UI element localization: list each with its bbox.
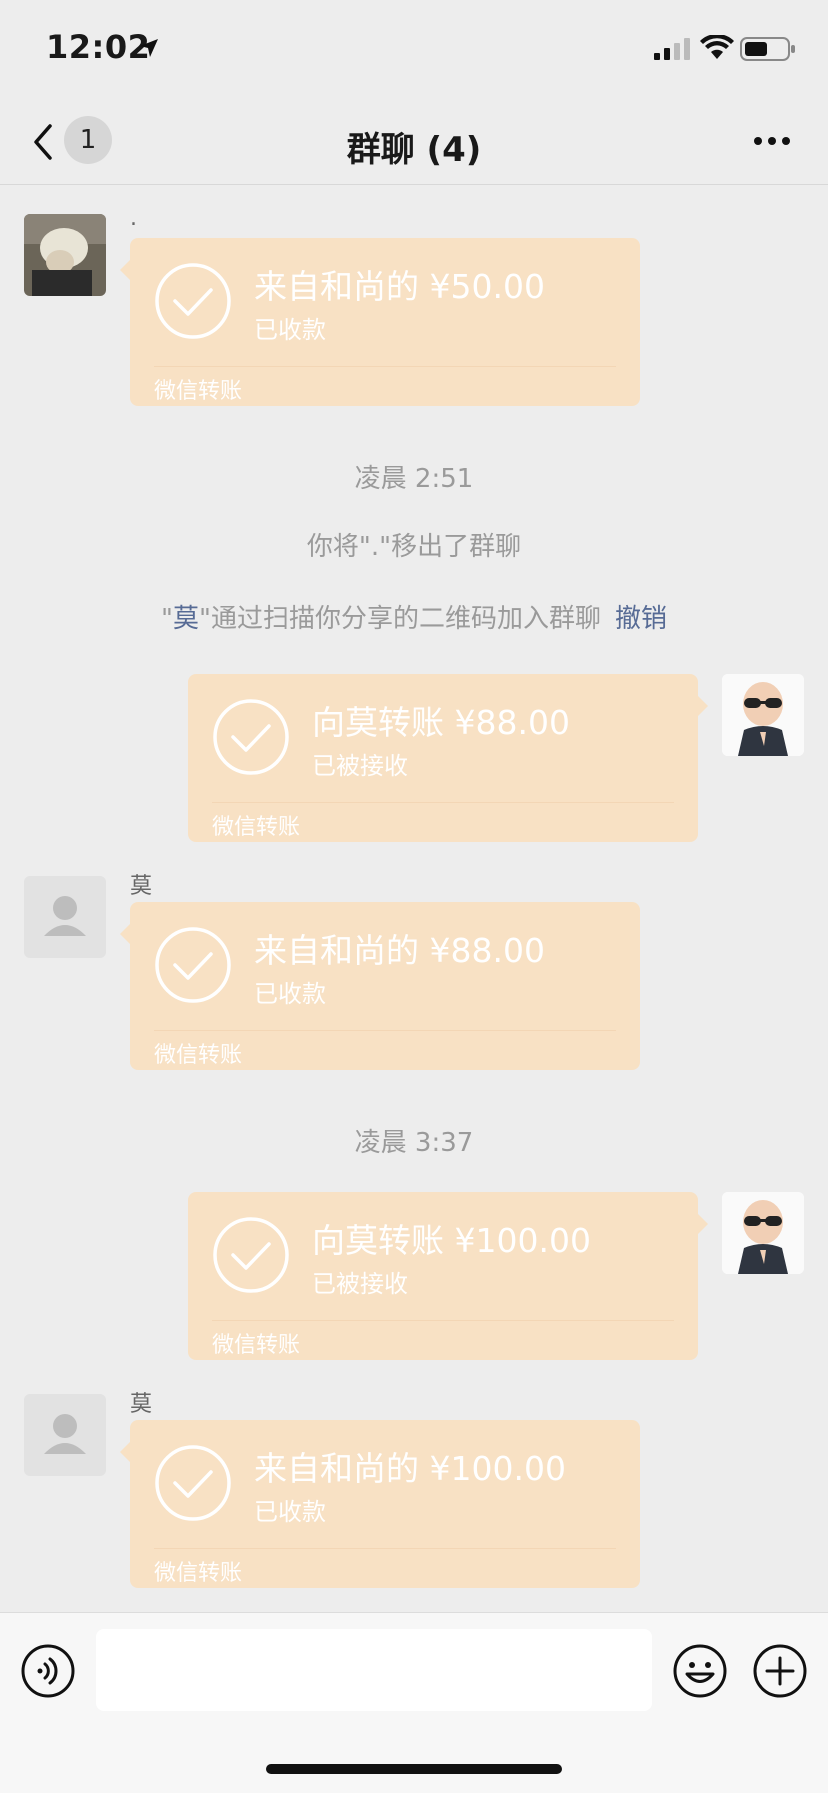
check-circle-icon — [155, 927, 231, 1003]
transfer-footer: 微信转账 — [212, 1333, 301, 1358]
timestamp: 凌晨 2:51 — [354, 464, 474, 494]
transfer-amount: 向莫转账 ¥88.00 — [312, 703, 570, 742]
photo-avatar-icon — [24, 214, 106, 296]
page-title: 群聊 (4) — [346, 130, 482, 170]
revoke-link[interactable]: 撤销 — [615, 604, 667, 634]
transfer-footer: 微信转账 — [212, 815, 301, 840]
more-dots-icon[interactable] — [752, 128, 792, 154]
transfer-footer: 微信转账 — [154, 379, 243, 404]
message-input[interactable] — [96, 1629, 652, 1711]
home-indicator — [266, 1764, 562, 1774]
plus-icon[interactable] — [752, 1643, 808, 1699]
transfer-bubble[interactable]: 来自和尚的 ¥88.00 已收款 微信转账 — [120, 902, 640, 1070]
transfer-bubble[interactable]: 向莫转账 ¥100.00 已被接收 微信转账 — [188, 1192, 708, 1360]
sender-avatar-mo[interactable] — [24, 1394, 106, 1476]
transfer-footer: 微信转账 — [154, 1043, 243, 1068]
voice-icon[interactable] — [20, 1643, 76, 1699]
default-user-icon — [44, 896, 86, 936]
check-circle-icon — [155, 263, 231, 339]
check-circle-icon — [155, 1445, 231, 1521]
member-name-link[interactable]: 莫 — [173, 604, 199, 634]
bubble-divider — [154, 1548, 616, 1549]
wifi-icon — [700, 35, 734, 59]
monk-avatar-icon — [722, 674, 804, 756]
bubble-divider — [212, 1320, 674, 1321]
status-time: 12:02 — [46, 28, 151, 66]
check-circle-icon — [213, 1217, 289, 1293]
sender-avatar-dot[interactable] — [24, 214, 106, 296]
transfer-status: 已收款 — [254, 316, 326, 344]
bubble-divider — [154, 1030, 616, 1031]
transfer-bubble[interactable]: 来自和尚的 ¥50.00 已收款 微信转账 — [120, 238, 640, 406]
system-message-removed: 你将"."移出了群聊 — [306, 532, 522, 562]
location-arrow-icon — [140, 39, 158, 57]
status-bar: 12:02 — [0, 0, 828, 100]
emoji-icon[interactable] — [672, 1643, 728, 1699]
join-text: "通过扫描你分享的二维码加入群聊 — [199, 604, 601, 634]
my-avatar[interactable] — [722, 1192, 804, 1274]
monk-avatar-icon — [722, 1192, 804, 1274]
bubble-divider — [154, 366, 616, 367]
join-quote: " — [161, 604, 173, 634]
my-avatar[interactable] — [722, 674, 804, 756]
timestamp: 凌晨 3:37 — [354, 1128, 474, 1158]
transfer-amount: 向莫转账 ¥100.00 — [312, 1221, 591, 1260]
sender-name: . — [130, 206, 137, 231]
transfer-status: 已收款 — [254, 1498, 326, 1526]
transfer-footer: 微信转账 — [154, 1561, 243, 1586]
transfer-status: 已被接收 — [312, 752, 408, 780]
transfer-amount: 来自和尚的 ¥88.00 — [254, 931, 545, 970]
sender-avatar-mo[interactable] — [24, 876, 106, 958]
check-circle-icon — [213, 699, 289, 775]
transfer-amount: 来自和尚的 ¥50.00 — [254, 267, 545, 306]
sender-name: 莫 — [130, 874, 153, 899]
sender-name: 莫 — [130, 1392, 153, 1417]
transfer-bubble[interactable]: 向莫转账 ¥88.00 已被接收 微信转账 — [188, 674, 708, 842]
default-user-icon — [44, 1414, 86, 1454]
transfer-status: 已被接收 — [312, 1270, 408, 1298]
bubble-divider — [212, 802, 674, 803]
transfer-amount: 来自和尚的 ¥100.00 — [254, 1449, 566, 1488]
transfer-bubble[interactable]: 来自和尚的 ¥100.00 已收款 微信转账 — [120, 1420, 640, 1588]
transfer-status: 已收款 — [254, 980, 326, 1008]
system-message-join: "莫"通过扫描你分享的二维码加入群聊 撤销 — [0, 598, 828, 635]
signal-icon — [654, 38, 690, 60]
battery-icon — [740, 37, 795, 61]
